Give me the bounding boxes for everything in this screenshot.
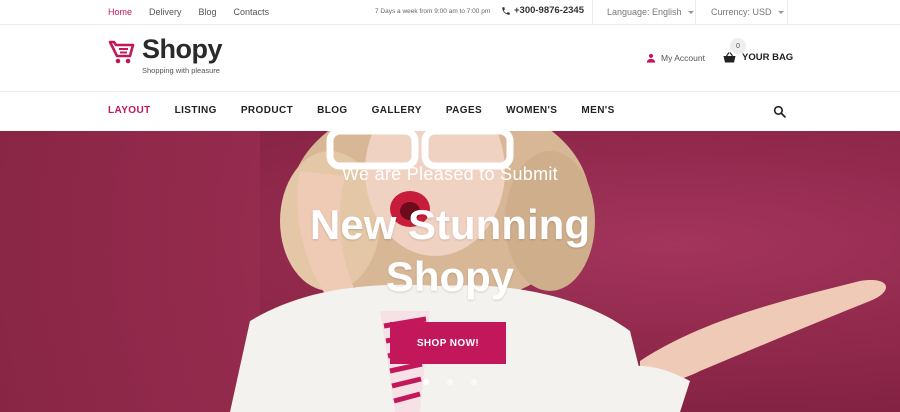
- top-link-home[interactable]: Home: [108, 7, 132, 17]
- phone-contact[interactable]: +300-9876-2345: [501, 5, 584, 16]
- site-logo[interactable]: Shopy: [108, 34, 223, 66]
- phone-icon: [502, 6, 510, 15]
- nav-item-listing[interactable]: LISTING: [175, 105, 217, 116]
- logo-tagline: Shopping with pleasure: [142, 66, 220, 75]
- language-select[interactable]: Language: English: [607, 7, 694, 17]
- top-link-contacts[interactable]: Contacts: [234, 7, 270, 17]
- your-bag-button[interactable]: YOUR BAG: [723, 52, 793, 63]
- nav-menu: LAYOUT LISTING PRODUCT BLOG GALLERY PAGE…: [108, 105, 639, 116]
- basket-icon: [723, 52, 736, 63]
- hero-title: New Stunning Shopy: [0, 199, 900, 303]
- language-label: Language: English: [607, 7, 682, 17]
- nav-item-pages[interactable]: PAGES: [446, 105, 482, 116]
- nav-item-womens[interactable]: WOMEN'S: [506, 105, 557, 116]
- hero-subtitle: We are Pleased to Submit: [342, 164, 558, 184]
- cart-logo-icon: [108, 40, 135, 64]
- nav-item-product[interactable]: PRODUCT: [241, 105, 293, 116]
- shop-now-button[interactable]: SHOP NOW!: [390, 322, 506, 364]
- slider-dot-2[interactable]: [447, 379, 453, 385]
- divider: [695, 0, 696, 24]
- chevron-down-icon: [687, 10, 694, 14]
- opening-hours: 7 Days a week from 9:00 am to 7:00 pm: [375, 8, 491, 15]
- your-bag-label: YOUR BAG: [742, 52, 794, 63]
- hero-title-line-2: Shopy: [385, 253, 515, 300]
- search-icon[interactable]: [773, 105, 786, 118]
- currency-label: Currency: USD: [711, 7, 772, 17]
- phone-number: +300-9876-2345: [514, 5, 584, 16]
- slider-dot-3[interactable]: [471, 379, 477, 385]
- hero-slider: We are Pleased to Submit New Stunning Sh…: [0, 131, 900, 412]
- logo-text: Shopy: [142, 34, 223, 64]
- nav-item-gallery[interactable]: GALLERY: [372, 105, 422, 116]
- hero-title-line-1: New Stunning: [310, 201, 590, 248]
- nav-item-mens[interactable]: MEN'S: [581, 105, 614, 116]
- top-link-delivery[interactable]: Delivery: [149, 7, 182, 17]
- top-links: Home Delivery Blog Contacts: [108, 7, 269, 17]
- top-utility-bar: Home Delivery Blog Contacts 7 Days a wee…: [0, 0, 900, 25]
- my-account-label: My Account: [661, 53, 705, 63]
- currency-select[interactable]: Currency: USD: [711, 7, 784, 17]
- slider-dot-1[interactable]: [423, 379, 429, 385]
- chevron-down-icon: [777, 10, 784, 14]
- nav-item-blog[interactable]: BLOG: [317, 105, 348, 116]
- my-account-link[interactable]: My Account: [646, 53, 705, 63]
- top-link-blog[interactable]: Blog: [199, 7, 217, 17]
- user-icon: [646, 53, 656, 63]
- divider: [787, 0, 788, 24]
- slider-dots: [0, 379, 900, 385]
- main-navigation: LAYOUT LISTING PRODUCT BLOG GALLERY PAGE…: [0, 92, 900, 131]
- site-header: Shopy Shopping with pleasure My Account …: [0, 25, 900, 92]
- nav-item-layout[interactable]: LAYOUT: [108, 105, 151, 116]
- divider: [592, 0, 593, 24]
